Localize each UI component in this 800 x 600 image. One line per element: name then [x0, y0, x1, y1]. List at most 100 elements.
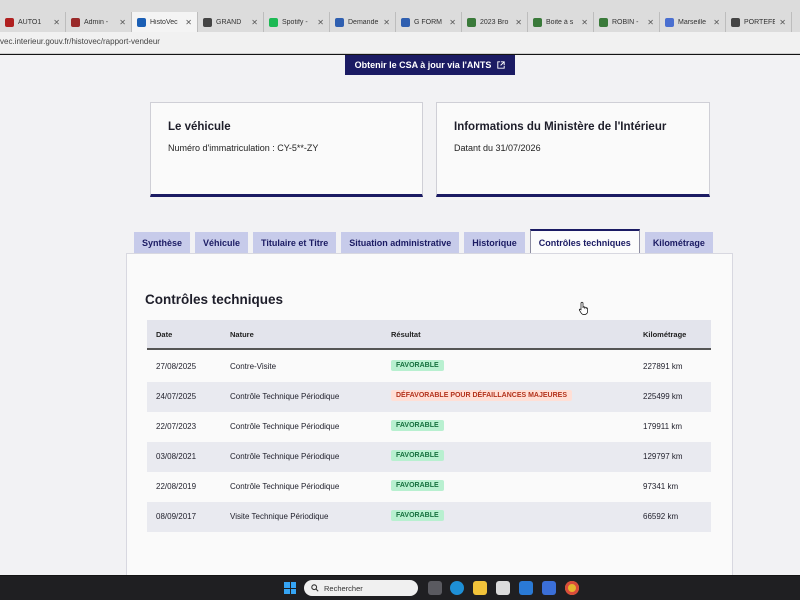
tab-favicon-icon [665, 17, 674, 27]
browser-tab[interactable]: Marseille ✕ [660, 12, 726, 32]
column-nature: Nature [230, 330, 254, 339]
vehicle-card: Le véhicule Numéro d'immatriculation : C… [150, 102, 423, 197]
result-badge: FAVORABLE [391, 510, 444, 521]
browser-tab[interactable]: AUTO1 ✕ [0, 12, 66, 32]
browser-tab[interactable]: Spotify - ✕ [264, 12, 330, 32]
close-tab-icon[interactable]: ✕ [119, 18, 126, 27]
browser-tab-label: Demande [348, 18, 379, 26]
hand-cursor-icon [578, 301, 588, 315]
close-tab-icon[interactable]: ✕ [449, 18, 456, 27]
ministry-card-title: Informations du Ministère de l'Intérieur [454, 121, 667, 133]
windows-taskbar: Rechercher [0, 576, 800, 600]
tab-synthese[interactable]: Synthèse [134, 232, 191, 254]
ants-csa-button[interactable]: Obtenir le CSA à jour via l'ANTS [345, 55, 515, 75]
tab-titulaire-et-titre[interactable]: Titulaire et Titre [253, 232, 337, 254]
browser-tab[interactable]: G FORM ✕ [396, 12, 462, 32]
chrome-icon[interactable] [565, 581, 579, 595]
browser-tab[interactable]: 2023 Bro ✕ [462, 12, 528, 32]
browser-tab[interactable]: HistoVec ✕ [132, 12, 198, 32]
close-tab-icon[interactable]: ✕ [251, 18, 258, 27]
ministry-data-date: Datant du 31/07/2026 [454, 143, 541, 153]
close-tab-icon[interactable]: ✕ [185, 18, 192, 27]
tab-favicon-icon [335, 17, 344, 27]
row-nature: Contre-Visite [230, 362, 277, 371]
ministry-card: Informations du Ministère de l'Intérieur… [436, 102, 710, 197]
ants-button-label: Obtenir le CSA à jour via l'ANTS [354, 60, 492, 70]
row-date: 27/08/2025 [156, 362, 197, 371]
tab-favicon-icon [467, 17, 476, 27]
browser-tab[interactable]: GRAND ✕ [198, 12, 264, 32]
row-date: 22/08/2019 [156, 482, 197, 491]
close-tab-icon[interactable]: ✕ [317, 18, 324, 27]
tab-favicon-icon [203, 17, 212, 27]
section-title: Contrôles techniques [145, 292, 284, 307]
row-date: 03/08/2021 [156, 452, 197, 461]
close-tab-icon[interactable]: ✕ [647, 18, 654, 27]
table-row: 08/09/2017 Visite Technique Périodique FAV… [147, 502, 711, 532]
taskbar-search[interactable]: Rechercher [304, 580, 418, 596]
store-icon[interactable] [542, 581, 556, 595]
tab-historique[interactable]: Historique [464, 232, 525, 254]
table-header: Date Nature Résultat Kilométrage [147, 320, 711, 350]
mail-icon[interactable] [519, 581, 533, 595]
tab-controles-techniques[interactable]: Contrôles techniques [529, 229, 640, 254]
browser-tab-label: Spotify - [282, 18, 308, 26]
row-mileage: 225499 km [643, 392, 683, 401]
row-mileage: 179911 km [643, 422, 682, 431]
close-tab-icon[interactable]: ✕ [779, 18, 786, 27]
browser-tab[interactable]: Boite à s ✕ [528, 12, 594, 32]
browser-tab[interactable]: Admin - ✕ [66, 12, 132, 32]
row-mileage: 97341 km [643, 482, 679, 491]
browser-tab-strip: AUTO1 ✕ Admin - ✕ HistoVec ✕ GRAND ✕ Spotify - ✕ D… [0, 0, 800, 32]
row-nature: Contrôle Technique Périodique [230, 482, 340, 491]
browser-tab-label: G FORM [414, 18, 442, 26]
browser-tab-label: GRAND [216, 18, 242, 26]
close-tab-icon[interactable]: ✕ [713, 18, 720, 27]
file-explorer-icon[interactable] [473, 581, 487, 595]
browser-tab-label: PORTEFE [744, 18, 776, 26]
browser-tab[interactable]: PORTEFE ✕ [726, 12, 792, 32]
table-row: 24/07/2025 Contrôle Technique Périodique D… [147, 382, 711, 412]
url-text[interactable]: vec.interieur.gouv.fr/histovec/rapport-v… [0, 37, 160, 46]
browser-tab-label: Marseille [678, 18, 707, 26]
row-nature: Contrôle Technique Périodique [230, 392, 340, 401]
tab-favicon-icon [5, 17, 14, 27]
tab-kilometrage[interactable]: Kilométrage [644, 232, 713, 254]
report-tabs: Synthèse Véhicule Titulaire et Titre Situat… [134, 229, 713, 254]
close-tab-icon[interactable]: ✕ [383, 18, 390, 27]
tab-favicon-icon [599, 17, 608, 27]
browser-tab[interactable]: Demande ✕ [330, 12, 396, 32]
edge-icon[interactable] [450, 581, 464, 595]
close-tab-icon[interactable]: ✕ [581, 18, 588, 27]
address-bar[interactable]: vec.interieur.gouv.fr/histovec/rapport-v… [0, 32, 800, 54]
result-badge: DÉFAVORABLE POUR DÉFAILLANCES MAJEURES [391, 390, 572, 401]
search-icon [311, 584, 319, 592]
browser-tab-label: HistoVec [150, 18, 178, 26]
row-date: 08/09/2017 [156, 512, 197, 521]
task-view-icon[interactable] [428, 581, 442, 595]
close-tab-icon[interactable]: ✕ [515, 18, 522, 27]
row-nature: Contrôle Technique Périodique [230, 452, 340, 461]
result-badge: FAVORABLE [391, 360, 444, 371]
table-row: 22/07/2023 Contrôle Technique Périodique F… [147, 412, 711, 442]
row-mileage: 129797 km [643, 452, 683, 461]
row-date: 24/07/2025 [156, 392, 197, 401]
browser-tab-label: Boite à s [546, 18, 574, 26]
windows-start-icon[interactable] [284, 582, 296, 594]
result-badge: FAVORABLE [391, 480, 444, 491]
column-result: Résultat [391, 330, 421, 339]
tab-situation-administrative[interactable]: Situation administrative [341, 232, 460, 254]
row-nature: Contrôle Technique Périodique [230, 422, 340, 431]
vehicle-card-title: Le véhicule [168, 121, 231, 133]
table-row: 03/08/2021 Contrôle Technique Périodique F… [147, 442, 711, 472]
row-mileage: 227891 km [643, 362, 683, 371]
external-link-icon [497, 61, 506, 69]
calendar-icon[interactable] [496, 581, 510, 595]
tab-vehicule[interactable]: Véhicule [195, 232, 249, 254]
page-content: Obtenir le CSA à jour via l'ANTS Le véhi… [0, 55, 800, 575]
tab-favicon-icon [137, 17, 146, 27]
browser-tab[interactable]: ROBIN - ✕ [594, 12, 660, 32]
result-badge: FAVORABLE [391, 450, 444, 461]
close-tab-icon[interactable]: ✕ [53, 18, 60, 27]
taskbar-search-placeholder: Rechercher [324, 583, 363, 593]
